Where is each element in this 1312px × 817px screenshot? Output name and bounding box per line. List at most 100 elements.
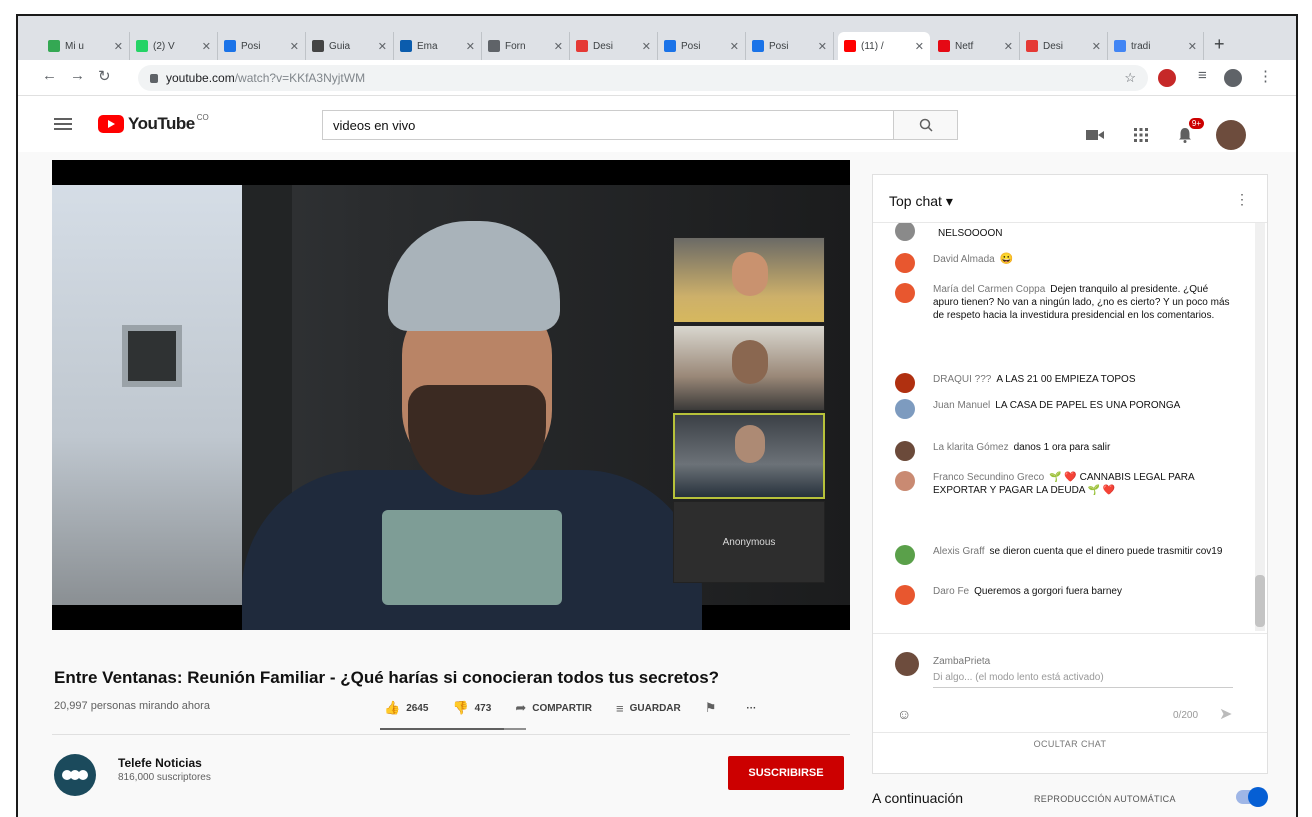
chat-message: NELSOOOON [895, 223, 1235, 241]
close-tab-icon[interactable]: ✕ [466, 40, 475, 53]
favicon-icon [1026, 40, 1038, 52]
browser-tab[interactable]: Posi ✕ [746, 32, 834, 60]
browser-window: Mi u ✕ (2) V ✕ Posi ✕ Guia ✕ Ema ✕ Forn ✕ Desi… [16, 14, 1298, 817]
author-avatar [895, 471, 915, 491]
search-input[interactable]: videos en vivo [322, 110, 894, 140]
emoji-picker-icon[interactable]: ☺ [897, 706, 911, 722]
back-arrow-icon[interactable]: ← [42, 67, 57, 84]
browser-tab-active[interactable]: (11) / ✕ [838, 32, 930, 60]
thumbs-up-icon: 👍 [384, 700, 401, 715]
like-ratio-fill [380, 728, 505, 730]
like-button[interactable]: 👍 2645 [384, 700, 428, 716]
chat-header: Top chat ▾ ⋮ [873, 175, 1267, 223]
chat-composer: ZambaPrieta Di algo... (el modo lento es… [873, 633, 1267, 733]
new-tab-button[interactable]: + [1214, 34, 1225, 55]
video-title: Entre Ventanas: Reunión Familiar - ¿Qué … [54, 668, 720, 687]
browser-tab[interactable]: Mi u ✕ [42, 32, 130, 60]
share-arrow-icon: ➦ [515, 700, 527, 715]
close-tab-icon[interactable]: ✕ [642, 40, 651, 53]
close-tab-icon[interactable]: ✕ [554, 40, 563, 53]
share-button[interactable]: ➦ COMPARTIR [515, 700, 592, 716]
hide-chat-button[interactable]: OCULTAR CHAT [873, 739, 1267, 749]
profile-icon[interactable] [1224, 69, 1242, 87]
author-avatar [895, 253, 915, 273]
autoplay-toggle[interactable] [1236, 787, 1268, 807]
chat-message: David Almada 😀 [895, 253, 1235, 273]
close-tab-icon[interactable]: ✕ [114, 40, 123, 53]
participant-tile-active [673, 413, 825, 499]
video-frame: Anonymous [52, 185, 850, 630]
person-cap [388, 221, 560, 331]
browser-tab[interactable]: Posi ✕ [218, 32, 306, 60]
notifications-bell-icon[interactable]: 9+ [1174, 118, 1204, 146]
window-pane [122, 325, 182, 387]
author-avatar [895, 585, 915, 605]
url-path: /watch?v=KKfA3NyjtWM [234, 71, 366, 85]
video-player[interactable]: Anonymous [52, 160, 850, 630]
extension-icon[interactable] [1158, 69, 1176, 87]
close-tab-icon[interactable]: ✕ [818, 40, 827, 53]
address-bar[interactable]: youtube.com/watch?v=KKfA3NyjtWM ☆ [138, 65, 1148, 91]
browser-toolbar: ← → ↻ youtube.com/watch?v=KKfA3NyjtWM ☆ … [18, 60, 1296, 96]
favicon-icon [312, 40, 324, 52]
channel-avatar[interactable] [54, 754, 96, 796]
playlist-icon[interactable]: ≡ [1198, 67, 1207, 84]
youtube-logo[interactable]: YouTube CO [98, 113, 209, 134]
browser-tab[interactable]: (2) V ✕ [130, 32, 218, 60]
author-avatar [895, 441, 915, 461]
subscribe-button[interactable]: SUSCRIBIRSE [728, 756, 844, 790]
more-actions-button[interactable]: ··· [746, 703, 756, 714]
chat-mode-dropdown[interactable]: Top chat ▾ [889, 193, 953, 210]
chat-menu-icon[interactable]: ⋮ [1235, 191, 1249, 208]
chat-message: La klarita Gómez danos 1 ora para salir [895, 441, 1235, 461]
close-tab-icon[interactable]: ✕ [202, 40, 211, 53]
close-tab-icon[interactable]: ✕ [1004, 40, 1013, 53]
close-tab-icon[interactable]: ✕ [1092, 40, 1101, 53]
chat-input[interactable]: Di algo... (el modo lento está activado) [933, 672, 1233, 688]
chat-message: Franco Secundino Greco 🌱 ❤️ CANNABIS LEGA… [895, 471, 1235, 497]
report-button[interactable]: ⚑ [705, 700, 723, 716]
browser-tab[interactable]: Posi ✕ [658, 32, 746, 60]
reload-icon[interactable]: ↻ [98, 67, 111, 85]
bookmark-star-icon[interactable]: ☆ [1124, 70, 1136, 86]
youtube-play-icon [98, 115, 124, 133]
browser-tab[interactable]: Forn ✕ [482, 32, 570, 60]
author-avatar [895, 545, 915, 565]
user-avatar[interactable] [1216, 120, 1246, 150]
live-chat: Top chat ▾ ⋮ NELSOOOON David Almada 😀 Mar… [872, 174, 1268, 774]
favicon-icon [400, 40, 412, 52]
browser-tab[interactable]: Guia ✕ [306, 32, 394, 60]
channel-name[interactable]: Telefe Noticias [118, 756, 202, 770]
browser-tab[interactable]: tradi ✕ [1108, 32, 1204, 60]
close-tab-icon[interactable]: ✕ [290, 40, 299, 53]
browser-tab[interactable]: Desi ✕ [1020, 32, 1108, 60]
divider [52, 734, 850, 735]
favicon-icon [488, 40, 500, 52]
close-tab-icon[interactable]: ✕ [730, 40, 739, 53]
chat-message: Daro Fe Queremos a gorgori fuera barney [895, 585, 1235, 605]
composer-avatar [895, 652, 919, 676]
save-button[interactable]: ≡ GUARDAR [616, 701, 681, 716]
create-video-icon[interactable] [1084, 124, 1106, 146]
search-button[interactable] [894, 110, 958, 140]
send-icon[interactable]: ➤ [1219, 704, 1232, 724]
favicon-icon [1114, 40, 1126, 52]
browser-tab[interactable]: Netf ✕ [932, 32, 1020, 60]
close-tab-icon[interactable]: ✕ [378, 40, 387, 53]
participant-strip: Anonymous [673, 237, 825, 583]
chat-scrollbar-thumb[interactable] [1255, 575, 1265, 627]
toggle-knob [1248, 787, 1268, 807]
forward-arrow-icon[interactable]: → [70, 67, 85, 84]
browser-menu-icon[interactable]: ⋮ [1258, 67, 1273, 85]
close-tab-icon[interactable]: ✕ [915, 40, 924, 53]
apps-grid-icon[interactable] [1130, 124, 1152, 146]
flag-icon: ⚑ [704, 700, 717, 715]
close-tab-icon[interactable]: ✕ [1188, 40, 1197, 53]
chat-scrollbar[interactable] [1255, 223, 1265, 631]
browser-tab[interactable]: Ema ✕ [394, 32, 482, 60]
viewer-count: 20,997 personas mirando ahora [54, 700, 210, 712]
chat-message: DRAQUI ??? A LAS 21 00 EMPIEZA TOPOS [895, 373, 1235, 393]
hamburger-menu-icon[interactable] [54, 118, 72, 130]
dislike-button[interactable]: 👎 473 [452, 700, 491, 716]
browser-tab[interactable]: Desi ✕ [570, 32, 658, 60]
